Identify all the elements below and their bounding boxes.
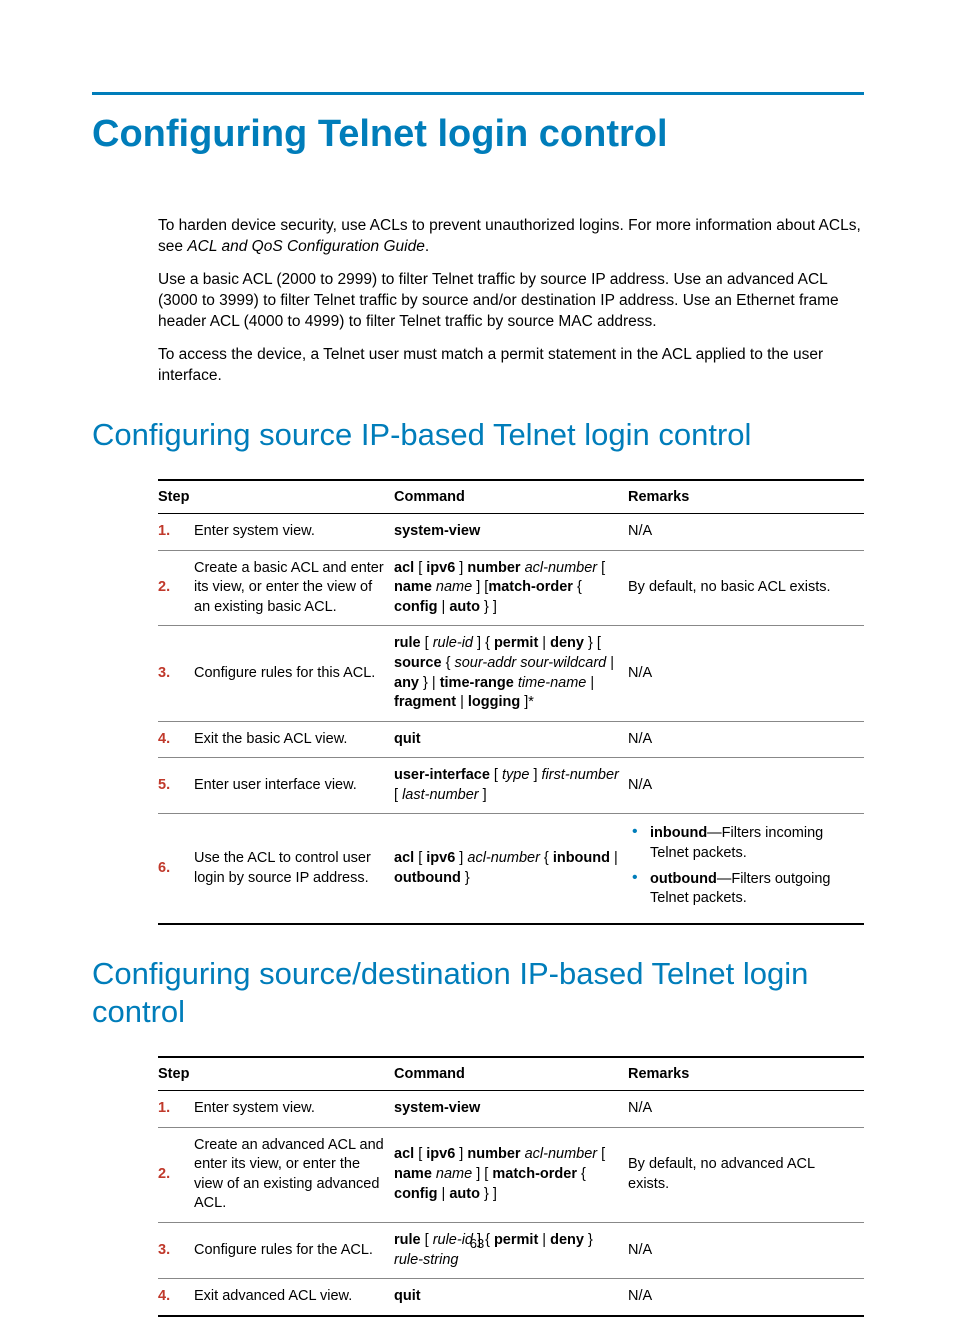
step-command: acl [ ipv6 ] number acl-number [ name na… — [394, 550, 628, 626]
table-row: 1.Enter system view.system-viewN/A — [158, 514, 864, 551]
intro-p1: To harden device security, use ACLs to p… — [158, 216, 864, 258]
table-row: 4.Exit the basic ACL view.quitN/A — [158, 721, 864, 758]
step-number: 4. — [158, 1279, 194, 1316]
step-number: 3. — [158, 626, 194, 721]
table-row: 4.Exit advanced ACL view.quitN/A — [158, 1279, 864, 1316]
step-remarks: inbound—Filters incoming Telnet packets.… — [628, 814, 864, 924]
step-command: system-view — [394, 1091, 628, 1128]
intro-p2: Use a basic ACL (2000 to 2999) to filter… — [158, 270, 864, 333]
step-desc: Use the ACL to control user login by sou… — [194, 814, 394, 924]
step-number: 4. — [158, 721, 194, 758]
step-remarks: N/A — [628, 1091, 864, 1128]
step-remarks: By default, no basic ACL exists. — [628, 550, 864, 626]
step-number: 1. — [158, 1091, 194, 1128]
step-command: quit — [394, 721, 628, 758]
step-desc: Create an advanced ACL and enter its vie… — [194, 1127, 394, 1222]
step-remarks: N/A — [628, 721, 864, 758]
step-remarks: N/A — [628, 626, 864, 721]
th-step: Step — [158, 1057, 394, 1091]
step-desc: Configure rules for this ACL. — [194, 626, 394, 721]
step-number: 1. — [158, 514, 194, 551]
step-command: acl [ ipv6 ] number acl-number [ name na… — [394, 1127, 628, 1222]
intro-block: To harden device security, use ACLs to p… — [158, 216, 864, 386]
section1-heading: Configuring source IP-based Telnet login… — [92, 416, 864, 455]
intro-p3: To access the device, a Telnet user must… — [158, 345, 864, 387]
intro-p1b: ACL and QoS Configuration Guide — [187, 238, 425, 255]
step-remarks: N/A — [628, 514, 864, 551]
step-desc: Enter system view. — [194, 514, 394, 551]
step-number: 6. — [158, 814, 194, 924]
step-command: user-interface [ type ] first-number [ l… — [394, 758, 628, 814]
section1-tbody: 1.Enter system view.system-viewN/A2.Crea… — [158, 514, 864, 924]
step-number: 5. — [158, 758, 194, 814]
section2-tbody: 1.Enter system view.system-viewN/A2.Crea… — [158, 1091, 864, 1316]
th-remarks: Remarks — [628, 1057, 864, 1091]
page-title: Configuring Telnet login control — [92, 113, 864, 156]
step-remarks: By default, no advanced ACL exists. — [628, 1127, 864, 1222]
section1-table: Step Command Remarks 1.Enter system view… — [158, 479, 864, 924]
top-rule — [92, 92, 864, 95]
intro-p1c: . — [425, 238, 429, 255]
step-desc: Enter system view. — [194, 1091, 394, 1128]
table-row: 1.Enter system view.system-viewN/A — [158, 1091, 864, 1128]
table-row: 3.Configure rules for this ACL.rule [ ru… — [158, 626, 864, 721]
step-remarks: N/A — [628, 758, 864, 814]
step-command: acl [ ipv6 ] acl-number { inbound | outb… — [394, 814, 628, 924]
table-row: 6.Use the ACL to control user login by s… — [158, 814, 864, 924]
step-command: quit — [394, 1279, 628, 1316]
th-remarks: Remarks — [628, 480, 864, 514]
table-row: 5.Enter user interface view.user-interfa… — [158, 758, 864, 814]
step-desc: Enter user interface view. — [194, 758, 394, 814]
step-desc: Exit the basic ACL view. — [194, 721, 394, 758]
step-command: rule [ rule-id ] { permit | deny } [ sou… — [394, 626, 628, 721]
step-number: 2. — [158, 550, 194, 626]
step-desc: Create a basic ACL and enter its view, o… — [194, 550, 394, 626]
page-number: 63 — [0, 1236, 954, 1251]
th-step: Step — [158, 480, 394, 514]
section2-table: Step Command Remarks 1.Enter system view… — [158, 1056, 864, 1317]
table-row: 2.Create a basic ACL and enter its view,… — [158, 550, 864, 626]
step-number: 2. — [158, 1127, 194, 1222]
section2-heading: Configuring source/destination IP-based … — [92, 955, 864, 1033]
step-desc: Exit advanced ACL view. — [194, 1279, 394, 1316]
th-command: Command — [394, 480, 628, 514]
th-command: Command — [394, 1057, 628, 1091]
step-remarks: N/A — [628, 1279, 864, 1316]
step-command: system-view — [394, 514, 628, 551]
table-row: 2.Create an advanced ACL and enter its v… — [158, 1127, 864, 1222]
